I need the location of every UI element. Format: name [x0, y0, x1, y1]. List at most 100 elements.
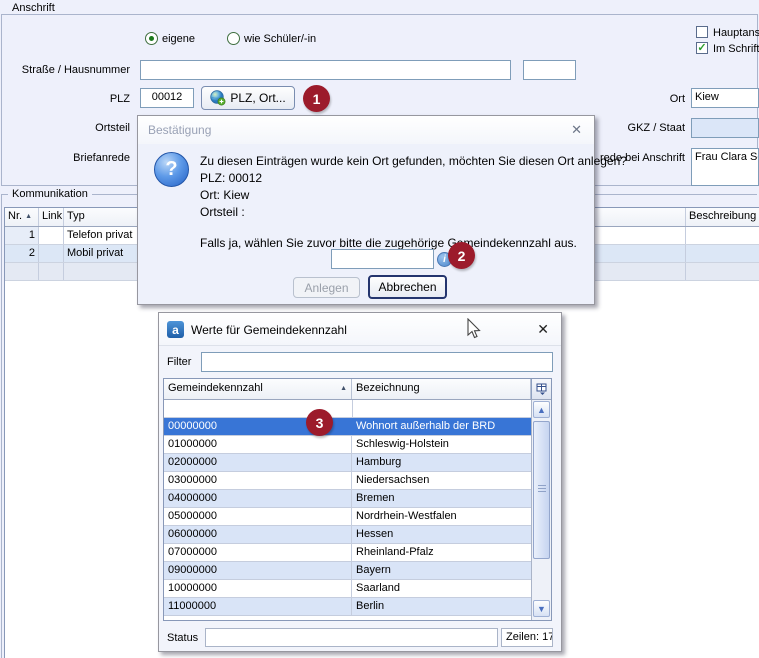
hauptansprechpartner-checkbox[interactable] — [696, 26, 708, 38]
gemeindekennzahl-table: Gemeindekennzahl ▲ Bezeichnung 00000000W… — [163, 378, 552, 621]
sort-asc-icon: ▲ — [340, 385, 347, 392]
close-icon[interactable]: ✕ — [571, 122, 582, 138]
application-window: Anschrift eigene wie Schüler/-in Hauptan… — [0, 0, 759, 658]
cell-beschreibung — [686, 245, 759, 262]
table-row[interactable]: 06000000Hessen — [164, 526, 533, 544]
status-label: Status — [167, 632, 198, 644]
radio-dot — [149, 36, 154, 41]
cell-nr: 1 — [5, 227, 39, 244]
anlegen-button[interactable]: Anlegen — [293, 277, 360, 298]
cell-bezeichnung: Rheinland-Pfalz — [352, 544, 533, 561]
cell-gemeindekennzahl: 06000000 — [164, 526, 352, 543]
kommunikation-group-label: Kommunikation — [8, 188, 92, 200]
column-picker-button[interactable] — [531, 379, 551, 399]
radio-eigene[interactable] — [145, 32, 158, 45]
abbrechen-button[interactable]: Abbrechen — [368, 275, 447, 299]
scroll-thumb[interactable] — [533, 421, 550, 559]
thumb-grip — [538, 485, 546, 486]
column-header-bezeichnung[interactable]: Bezeichnung — [352, 379, 531, 399]
dialog-message-plz: PLZ: 00012 — [200, 171, 262, 185]
cell-gemeindekennzahl: 09000000 — [164, 562, 352, 579]
cell-bezeichnung: Schleswig-Holstein — [352, 436, 533, 453]
zeilen-count: Zeilen: 17 — [501, 628, 553, 647]
table-row[interactable]: 02000000Hamburg — [164, 454, 533, 472]
im-schriftverkehr-checkbox[interactable]: ✓ — [696, 42, 708, 54]
cell-gemeindekennzahl: 07000000 — [164, 544, 352, 561]
app-icon: a — [167, 321, 184, 338]
cell-beschreibung — [686, 263, 759, 280]
dialog-title: Werte für Gemeindekennzahl — [191, 323, 347, 337]
filter-label: Filter — [167, 356, 191, 368]
anschrift-group-label: Anschrift — [8, 2, 59, 14]
ort-label: Ort — [600, 93, 685, 105]
cell-gemeindekennzahl: 10000000 — [164, 580, 352, 597]
table-row[interactable]: 00000000Wohnort außerhalb der BRD — [164, 418, 533, 436]
sort-asc-icon: ▲ — [25, 213, 32, 220]
cell-gemeindekennzahl: 02000000 — [164, 454, 352, 471]
cell-bezeichnung: Bayern — [352, 562, 533, 579]
dialog-titlebar[interactable]: Bestätigung ✕ — [138, 116, 594, 144]
strasse-label: Straße / Hausnummer — [0, 64, 130, 76]
column-divider — [352, 400, 353, 417]
cell-link — [39, 245, 64, 262]
dialog-message-hint: Falls ja, wählen Sie zuvor bitte die zug… — [200, 236, 577, 250]
cell-bezeichnung: Nordrhein-Westfalen — [352, 508, 533, 525]
filter-input[interactable] — [201, 352, 553, 372]
cell-bezeichnung: Berlin — [352, 598, 533, 615]
cell-bezeichnung: Hessen — [352, 526, 533, 543]
radio-eigene-label[interactable]: eigene — [162, 33, 195, 45]
annotation-badge-3: 3 — [306, 409, 333, 436]
radio-wie-schueler[interactable] — [227, 32, 240, 45]
plz-input[interactable]: 00012 — [140, 88, 194, 108]
strasse-input[interactable] — [140, 60, 511, 80]
plz-ort-button[interactable]: PLZ, Ort... — [201, 86, 295, 110]
table-row[interactable]: 01000000Schleswig-Holstein — [164, 436, 533, 454]
cell-link — [39, 263, 64, 280]
hausnummer-input[interactable] — [523, 60, 576, 80]
table-row[interactable]: 03000000Niedersachsen — [164, 472, 533, 490]
gkz-staat-input[interactable] — [691, 118, 759, 138]
table-row[interactable]: 04000000Bremen — [164, 490, 533, 508]
ort-input[interactable]: Kiew — [691, 88, 759, 108]
briefanrede-label: Briefanrede — [0, 152, 130, 164]
cell-gemeindekennzahl: 01000000 — [164, 436, 352, 453]
table-row[interactable]: 05000000Nordrhein-Westfalen — [164, 508, 533, 526]
table-row[interactable]: 10000000Saarland — [164, 580, 533, 598]
close-icon[interactable]: ✕ — [537, 321, 549, 338]
gemeindekennzahl-input[interactable] — [331, 249, 434, 269]
dialog-title: Bestätigung — [148, 123, 211, 137]
gemeinde-filter-row[interactable] — [164, 400, 533, 418]
column-header-beschreibung[interactable]: Beschreibung — [686, 208, 759, 226]
im-schriftverkehr-label: Im Schrift — [713, 43, 759, 55]
cell-gemeindekennzahl: 05000000 — [164, 508, 352, 525]
annotation-badge-1: 1 — [303, 85, 330, 112]
scroll-up-button[interactable]: ▲ — [533, 401, 550, 418]
dialog-message-ort: Ort: Kiew — [200, 188, 249, 202]
plz-label: PLZ — [0, 93, 130, 105]
cell-nr: 2 — [5, 245, 39, 262]
table-row[interactable]: 07000000Rheinland-Pfalz — [164, 544, 533, 562]
bestaetigung-dialog: Bestätigung ✕ ? Zu diesen Einträgen wurd… — [137, 115, 595, 305]
table-row[interactable]: 09000000Bayern — [164, 562, 533, 580]
anrede-bei-anschrift-input[interactable]: Frau Clara Sc — [691, 148, 759, 186]
cell-beschreibung — [686, 227, 759, 244]
column-header-link[interactable]: Link — [39, 208, 64, 226]
vertical-scrollbar[interactable]: ▲ ▼ — [531, 400, 551, 620]
scroll-down-button[interactable]: ▼ — [533, 600, 550, 617]
cell-bezeichnung: Bremen — [352, 490, 533, 507]
annotation-badge-2: 2 — [448, 242, 475, 269]
question-icon: ? — [154, 152, 189, 187]
column-header-nr[interactable]: Nr. ▲ — [5, 208, 39, 226]
column-header-gemeindekennzahl[interactable]: Gemeindekennzahl ▲ — [164, 379, 352, 399]
cell-bezeichnung: Hamburg — [352, 454, 533, 471]
dialog-message-ortsteil: Ortsteil : — [200, 205, 245, 219]
cell-bezeichnung: Saarland — [352, 580, 533, 597]
dialog-titlebar[interactable]: a Werte für Gemeindekennzahl ✕ — [159, 313, 561, 346]
hauptansprechpartner-label: Hauptansp — [713, 27, 759, 39]
cell-nr — [5, 263, 39, 280]
table-row[interactable]: 11000000Berlin — [164, 598, 533, 616]
radio-wie-schueler-label[interactable]: wie Schüler/-in — [244, 33, 316, 45]
gemeinde-table-header: Gemeindekennzahl ▲ Bezeichnung — [164, 379, 551, 400]
globe-add-icon — [210, 90, 226, 106]
gemeinde-table-body: 00000000Wohnort außerhalb der BRD0100000… — [164, 418, 533, 620]
